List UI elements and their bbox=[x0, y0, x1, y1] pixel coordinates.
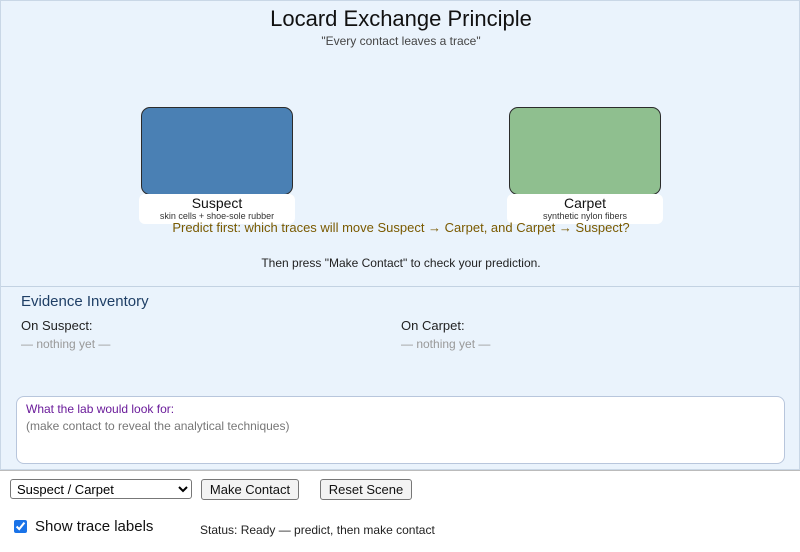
suspect-name: Suspect bbox=[191, 195, 243, 211]
contact-pair-select[interactable]: Suspect / Carpet bbox=[10, 479, 192, 499]
suspect-object[interactable] bbox=[141, 107, 293, 195]
simulation-panel: Locard Exchange Principle "Every contact… bbox=[0, 0, 800, 470]
lab-hint: (make contact to reveal the analytical t… bbox=[26, 419, 290, 433]
inventory-title: Evidence Inventory bbox=[21, 293, 149, 310]
on-carpet-empty: — nothing yet — bbox=[401, 337, 491, 351]
status-text: Status: Ready — predict, then make conta… bbox=[200, 523, 435, 537]
lab-techniques-box: What the lab would look for: (make conta… bbox=[16, 396, 785, 464]
show-labels-toggle[interactable]: Show trace labels bbox=[14, 518, 153, 535]
show-labels-label: Show trace labels bbox=[35, 518, 154, 535]
controls-bar: Suspect / Carpet Make Contact Reset Scen… bbox=[0, 470, 800, 552]
instruction-text: Then press "Make Contact" to check your … bbox=[261, 256, 541, 270]
prediction-prompt: Predict first: which traces will move Su… bbox=[172, 220, 630, 235]
carpet-object[interactable] bbox=[509, 107, 661, 195]
show-labels-checkbox[interactable] bbox=[14, 520, 27, 533]
section-divider bbox=[1, 286, 800, 287]
on-suspect-label: On Suspect: bbox=[21, 318, 93, 333]
on-carpet-label: On Carpet: bbox=[401, 318, 465, 333]
page-subtitle: "Every contact leaves a trace" bbox=[321, 34, 481, 48]
make-contact-button[interactable]: Make Contact bbox=[201, 479, 299, 500]
page-title: Locard Exchange Principle bbox=[270, 6, 532, 31]
contact-scene: Locard Exchange Principle "Every contact… bbox=[1, 1, 800, 287]
lab-heading: What the lab would look for: bbox=[26, 402, 175, 416]
on-suspect-empty: — nothing yet — bbox=[21, 337, 111, 351]
carpet-name: Carpet bbox=[563, 195, 607, 211]
reset-scene-button[interactable]: Reset Scene bbox=[320, 479, 412, 500]
